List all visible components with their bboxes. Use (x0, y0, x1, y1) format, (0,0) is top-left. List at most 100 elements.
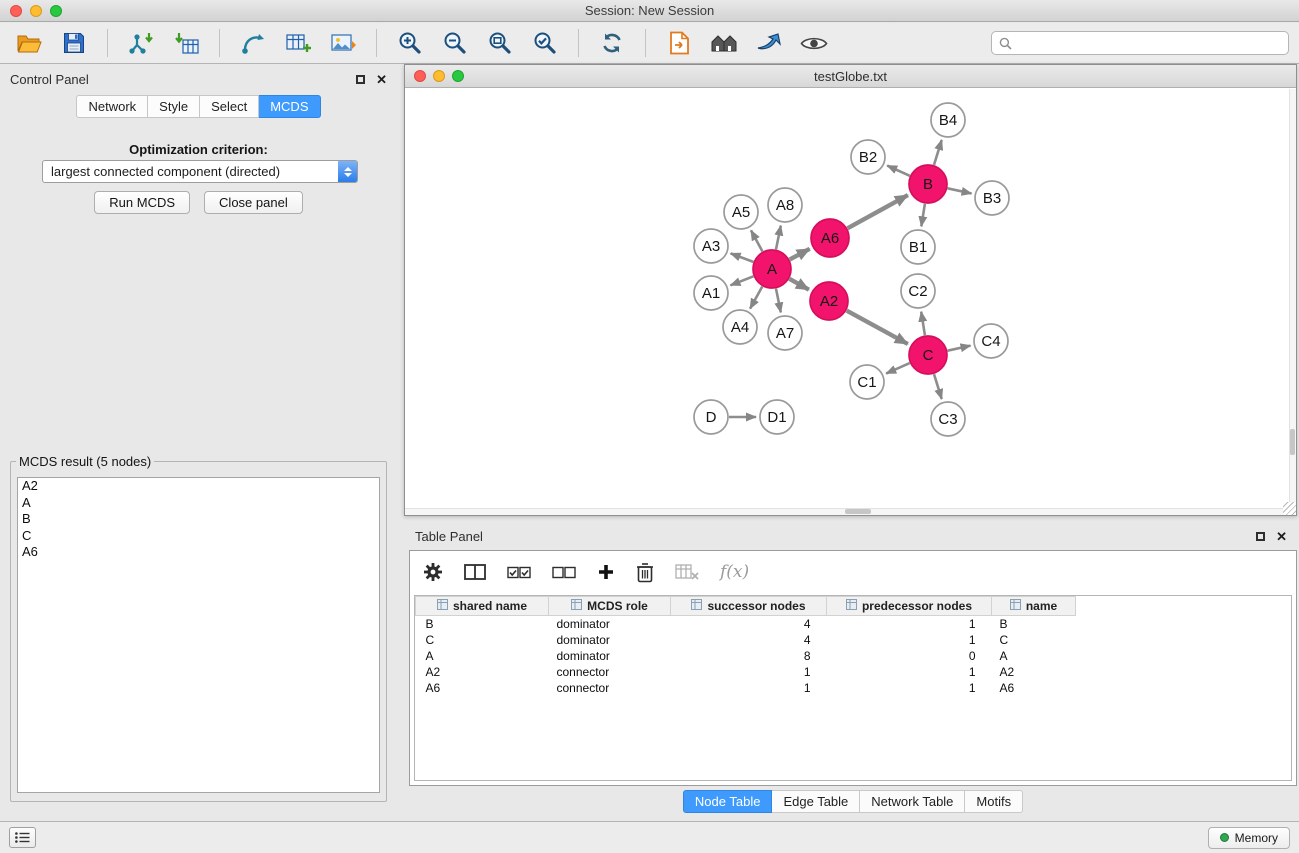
open-document-button[interactable] (660, 26, 698, 60)
close-table-panel-icon[interactable]: ✕ (1276, 530, 1287, 543)
tab-mcds[interactable]: MCDS (259, 95, 320, 118)
graph-node-A8[interactable]: A8 (768, 188, 802, 222)
network-graph[interactable]: B4B2BB3A5A8A6B1A3AC2A1A2A4A7C4CC1C3DD1 (405, 89, 1296, 515)
graph-node-D1[interactable]: D1 (760, 400, 794, 434)
graph-node-A7[interactable]: A7 (768, 316, 802, 350)
minimize-window-button[interactable] (30, 5, 42, 17)
open-session-button[interactable] (10, 26, 48, 60)
horizontal-scrollbar-thumb[interactable] (845, 509, 871, 514)
graph-edge-B-B1[interactable] (921, 204, 925, 227)
network-minimize-button[interactable] (433, 70, 445, 82)
graph-edge-A-A2[interactable] (789, 279, 809, 290)
search-input[interactable] (1017, 36, 1281, 51)
resize-grip-icon[interactable] (1283, 502, 1296, 515)
mcds-result-item[interactable]: A (18, 495, 379, 512)
add-column-button[interactable] (597, 563, 615, 581)
close-window-button[interactable] (10, 5, 22, 17)
graph-node-A3[interactable]: A3 (694, 229, 728, 263)
graph-node-C[interactable]: C (909, 336, 947, 374)
graph-edge-A-A6[interactable] (790, 249, 810, 260)
network-zoom-button[interactable] (452, 70, 464, 82)
import-table-button[interactable] (167, 26, 205, 60)
graph-edge-C-C2[interactable] (921, 312, 925, 336)
column-header-shared-name[interactable]: shared name (416, 597, 549, 616)
tab-edge-table[interactable]: Edge Table (772, 790, 860, 813)
graph-edge-C-C1[interactable] (886, 363, 910, 373)
graph-edge-A6-B[interactable] (848, 195, 908, 228)
graph-node-B3[interactable]: B3 (975, 181, 1009, 215)
graph-node-A4[interactable]: A4 (723, 310, 757, 344)
graph-node-B1[interactable]: B1 (901, 230, 935, 264)
graph-node-A1[interactable]: A1 (694, 276, 728, 310)
graph-edge-C-C4[interactable] (948, 346, 971, 351)
graph-edge-A-A3[interactable] (731, 253, 754, 262)
zoom-out-button[interactable] (436, 26, 474, 60)
style-swoosh-button[interactable] (750, 26, 788, 60)
memory-button[interactable]: Memory (1208, 827, 1290, 849)
column-header-name[interactable]: name (992, 597, 1076, 616)
tab-motifs[interactable]: Motifs (965, 790, 1023, 813)
mcds-result-list[interactable]: A2ABCA6 (17, 477, 380, 793)
optimization-select[interactable]: largest connected component (directed) (42, 160, 358, 183)
graph-node-C1[interactable]: C1 (850, 365, 884, 399)
graph-edge-A-A5[interactable] (751, 230, 762, 251)
float-panel-icon[interactable] (356, 75, 365, 84)
deselect-all-rows-button[interactable] (552, 566, 576, 579)
export-image-button[interactable] (324, 26, 362, 60)
tab-network[interactable]: Network (76, 95, 148, 118)
function-builder-button[interactable]: f(x) (720, 562, 749, 582)
network-close-button[interactable] (414, 70, 426, 82)
graph-node-B[interactable]: B (909, 165, 947, 203)
tab-network-table[interactable]: Network Table (860, 790, 965, 813)
column-header-mcds-role[interactable]: MCDS role (549, 597, 671, 616)
graph-node-B2[interactable]: B2 (851, 140, 885, 174)
refresh-button[interactable] (593, 26, 631, 60)
dropdown-stepper-icon[interactable] (338, 161, 357, 182)
table-settings-button[interactable] (423, 562, 443, 582)
tab-select[interactable]: Select (200, 95, 259, 118)
graph-node-A[interactable]: A (753, 250, 791, 288)
float-table-panel-icon[interactable] (1256, 532, 1265, 541)
horizontal-scrollbar[interactable] (405, 508, 1283, 515)
zoom-selected-button[interactable] (526, 26, 564, 60)
column-header-predecessor-nodes[interactable]: predecessor nodes (827, 597, 992, 616)
tab-node-table[interactable]: Node Table (683, 790, 773, 813)
save-session-button[interactable] (55, 26, 93, 60)
mcds-result-item[interactable]: A6 (18, 544, 379, 561)
task-history-button[interactable] (9, 827, 36, 848)
graph-node-B4[interactable]: B4 (931, 103, 965, 137)
network-window-titlebar[interactable]: testGlobe.txt (405, 65, 1296, 88)
network-canvas[interactable]: B4B2BB3A5A8A6B1A3AC2A1A2A4A7C4CC1C3DD1 (405, 89, 1296, 515)
mcds-result-item[interactable]: B (18, 511, 379, 528)
zoom-in-button[interactable] (391, 26, 429, 60)
graph-node-C2[interactable]: C2 (901, 274, 935, 308)
graph-node-C4[interactable]: C4 (974, 324, 1008, 358)
home-button[interactable] (705, 26, 743, 60)
zoom-fit-button[interactable] (481, 26, 519, 60)
graph-edge-B-B4[interactable] (934, 140, 942, 165)
delete-column-button[interactable] (636, 562, 654, 583)
graph-edge-A-A8[interactable] (776, 226, 781, 250)
vertical-scrollbar-thumb[interactable] (1290, 429, 1295, 455)
graph-node-A2[interactable]: A2 (810, 282, 848, 320)
table-row[interactable]: Adominator80A (416, 648, 1292, 664)
delete-table-button[interactable] (675, 564, 699, 580)
table-row[interactable]: Bdominator41B (416, 616, 1292, 633)
table-row[interactable]: A6connector11A6 (416, 680, 1292, 696)
graph-edge-A-A1[interactable] (731, 276, 754, 285)
graph-edge-A2-C[interactable] (847, 311, 908, 344)
graph-node-A6[interactable]: A6 (811, 219, 849, 257)
graph-edge-B-B2[interactable] (887, 166, 910, 176)
graph-node-A5[interactable]: A5 (724, 195, 758, 229)
table-row[interactable]: Cdominator41C (416, 632, 1292, 648)
column-header-successor-nodes[interactable]: successor nodes (671, 597, 827, 616)
close-panel-button[interactable]: Close panel (204, 191, 303, 214)
table-row[interactable]: A2connector11A2 (416, 664, 1292, 680)
graph-node-D[interactable]: D (694, 400, 728, 434)
graph-edge-A-A4[interactable] (750, 287, 762, 309)
graph-edge-A-A7[interactable] (776, 289, 781, 313)
new-network-button[interactable] (234, 26, 272, 60)
run-mcds-button[interactable]: Run MCDS (94, 191, 190, 214)
vertical-scrollbar[interactable] (1289, 89, 1296, 502)
tab-style[interactable]: Style (148, 95, 200, 118)
